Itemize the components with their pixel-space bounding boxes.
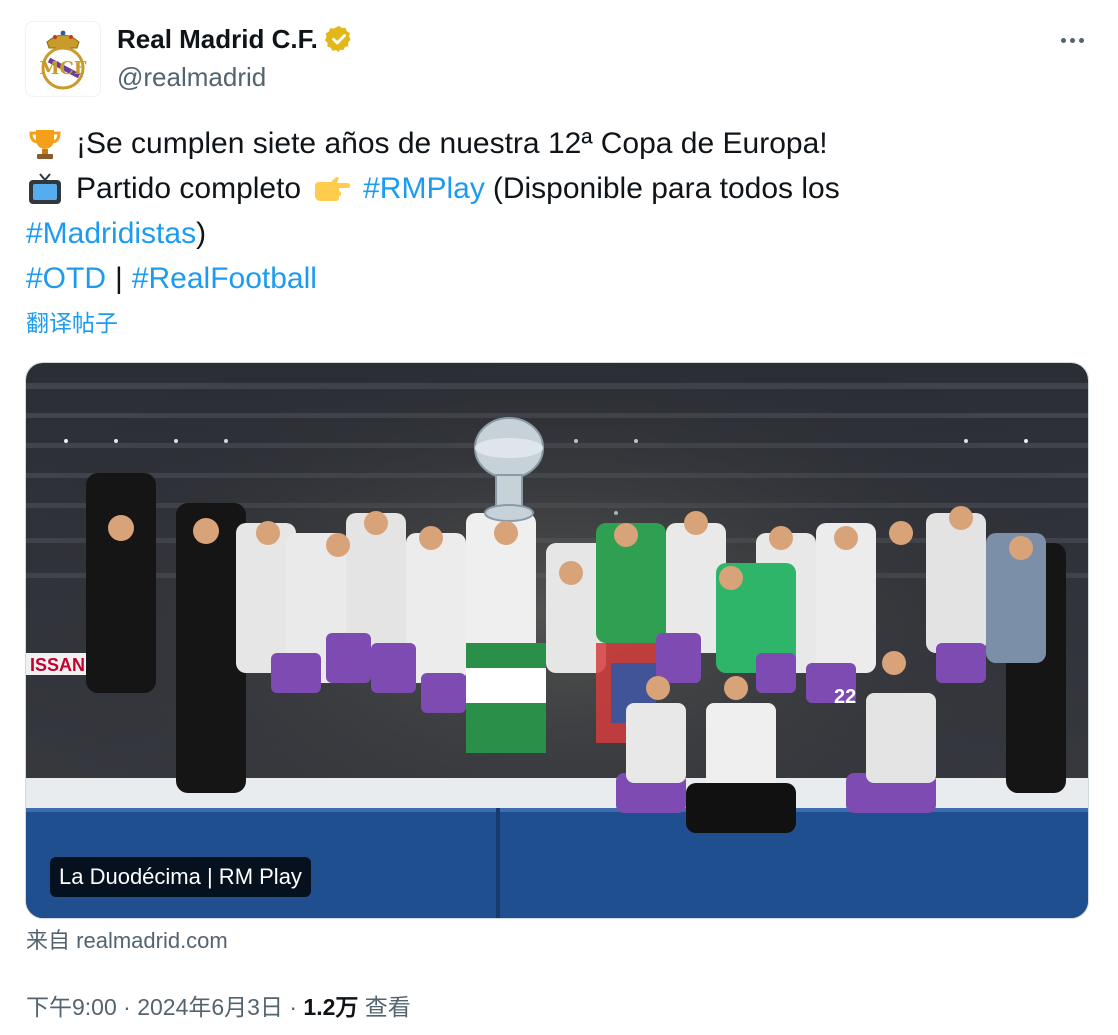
pointing-hand-icon [313, 170, 351, 208]
meta-dot: · [289, 994, 298, 1020]
more-options-icon[interactable] [1052, 26, 1092, 54]
verified-badge-icon [324, 25, 351, 53]
avatar[interactable]: MCF [25, 21, 101, 97]
author-name-row[interactable]: Real Madrid C.F. [117, 22, 354, 56]
tweet-line-3: #Madridistas ) [26, 211, 1086, 256]
tweet-meta: 下午9:00 · 2024年6月3日 · 1.2万 查看 [26, 990, 411, 1024]
hashtag-rmplay[interactable]: #RMPlay [363, 166, 485, 211]
hashtag-realfootball[interactable]: #RealFootball [132, 256, 317, 301]
translate-post-link[interactable]: 翻译帖子 [26, 307, 118, 339]
trophy-celebration-photo: ISSAN 22 [26, 363, 1088, 918]
source-prefix: 来自 [26, 928, 71, 953]
tweet-time[interactable]: 下午9:00 [26, 994, 117, 1020]
trophy-icon [26, 125, 64, 163]
author-handle[interactable]: @realmadrid [117, 60, 266, 94]
tweet-date[interactable]: 2024年6月3日 [137, 994, 283, 1020]
stadium-board-text: ISSAN [30, 655, 85, 675]
tweet-line-2: Partido completo #RMPlay (Disponible par… [26, 166, 1086, 211]
tweet-line-2-suffix: (Disponible para todos los [492, 172, 840, 205]
svg-text:MCF: MCF [39, 58, 86, 79]
tweet-line-1: ¡Se cumplen siete años de nuestra 12ª Co… [26, 121, 1086, 166]
author-display-name[interactable]: Real Madrid C.F. [117, 22, 318, 56]
tweet-text: ¡Se cumplen siete años de nuestra 12ª Co… [26, 121, 1086, 301]
view-count: 1.2万 [303, 994, 359, 1020]
hashtag-madridistas[interactable]: #Madridistas [26, 211, 196, 256]
hashtag-otd[interactable]: #OTD [26, 256, 106, 301]
tweet-media-image[interactable]: ISSAN 22 La Duodécima | RM Play [25, 362, 1089, 919]
real-madrid-crest-icon: MCF [39, 30, 87, 90]
tv-icon [26, 170, 64, 208]
tweet-line-4: #OTD | #RealFootball [26, 256, 1086, 301]
player-shirt-number: 22 [834, 686, 856, 708]
tweet-line-2-text: Partido completo [76, 172, 302, 205]
media-caption-badge: La Duodécima | RM Play [50, 857, 311, 897]
source-domain-link[interactable]: realmadrid.com [76, 928, 228, 953]
meta-dot: · [123, 994, 131, 1020]
view-label: 查看 [364, 994, 411, 1020]
tweet-line-3-suffix: ) [196, 217, 207, 250]
source-line: 来自 realmadrid.com [26, 926, 228, 956]
tweet-line-1-text: ¡Se cumplen siete años de nuestra 12ª Co… [76, 127, 828, 160]
hashtag-separator: | [115, 262, 123, 295]
